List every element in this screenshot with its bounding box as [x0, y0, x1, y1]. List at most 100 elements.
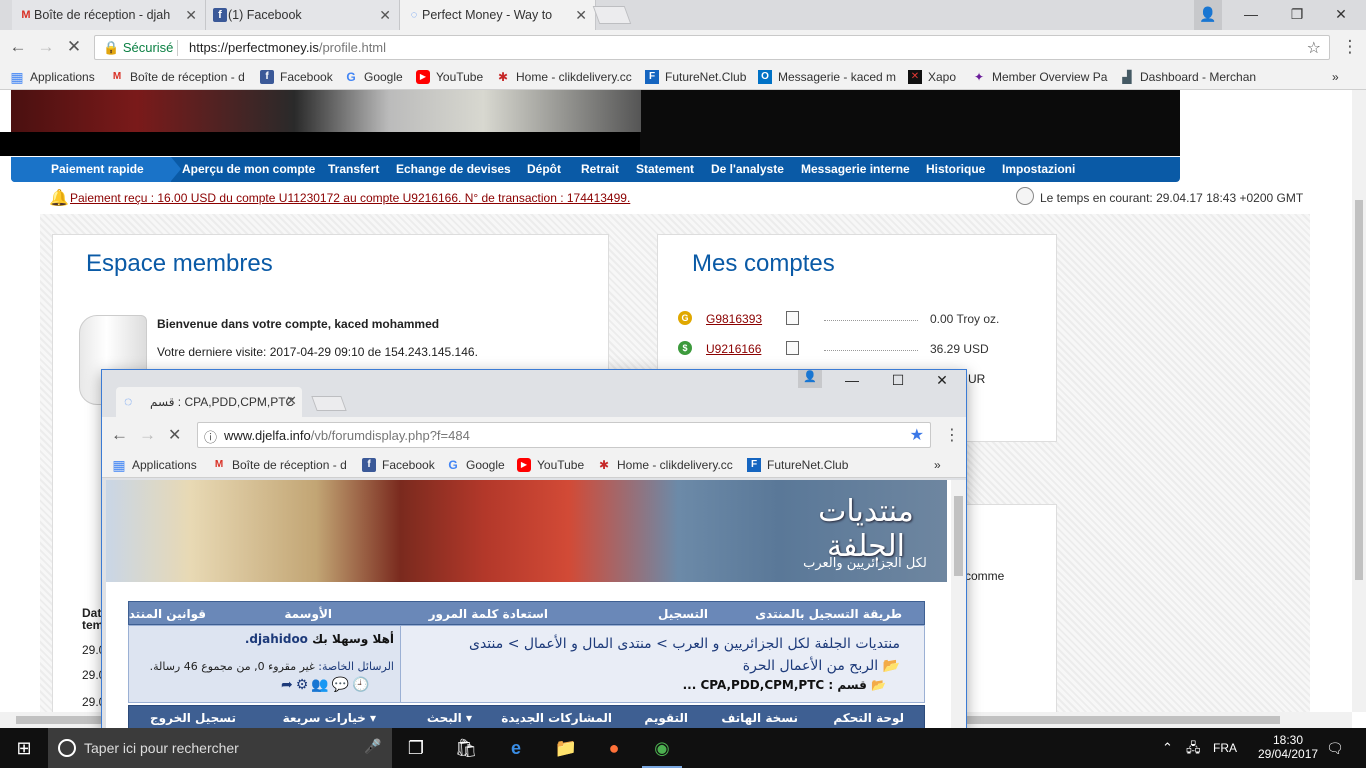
close-tab-icon[interactable]: ✕ [575, 7, 587, 24]
nav-depot[interactable]: Dépôt [527, 157, 561, 182]
language-indicator[interactable]: FRA [1213, 728, 1237, 768]
firefox-icon[interactable]: ● [590, 728, 638, 768]
close-tab-icon[interactable]: ✕ [379, 7, 391, 24]
forum-nav-new-posts[interactable]: المشاركات الجديدة [501, 711, 612, 725]
chat-icon[interactable]: 💬 [332, 676, 352, 692]
store-icon[interactable]: 🛍 [442, 728, 490, 768]
nav-historique[interactable]: Historique [926, 157, 985, 182]
nav-messagerie[interactable]: Messagerie interne [801, 157, 910, 182]
notifications-icon[interactable]: 🗨 [1326, 728, 1344, 768]
bookmark-dashboard[interactable]: ▟ Dashboard - Merchan [1120, 68, 1260, 86]
bookmark-outlook[interactable]: O Messagerie - kaced m [758, 68, 898, 86]
forum-nav-search[interactable]: البحث ▾ [427, 711, 472, 725]
settings-icon[interactable]: ⚙ [296, 676, 312, 692]
bookmark-youtube[interactable]: ▶ YouTube [517, 456, 589, 474]
chrome-icon[interactable]: ◉ [638, 728, 686, 768]
nav-echange[interactable]: Echange de devises [396, 157, 511, 182]
microphone-icon[interactable]: 🎤 [364, 738, 381, 755]
clock[interactable]: 18:30 29/04/2017 [1258, 728, 1318, 768]
bookmark-xapo[interactable]: ✕ Xapo [908, 68, 968, 86]
account-number-link[interactable]: U9216166 [706, 342, 761, 356]
forum-nav-mobile[interactable]: نسخة الهاتف [721, 711, 798, 725]
edge-icon[interactable]: e [492, 728, 540, 768]
profile-icon[interactable]: 👤 [1194, 0, 1222, 30]
forum-nav-medals[interactable]: الأوسمة [284, 607, 332, 621]
payment-notice-link[interactable]: Paiement reçu : 16.00 USD du compte U112… [70, 191, 630, 205]
close-tab-icon[interactable]: ✕ [185, 7, 197, 24]
username-link[interactable]: djahidoo. [245, 632, 308, 646]
tab-gmail[interactable]: M Boîte de réception - djah ✕ [12, 0, 206, 30]
windows-start-icon[interactable]: ⊞ [0, 728, 48, 768]
close-tab-icon[interactable]: ✕ [286, 393, 297, 409]
network-icon[interactable]: 🖧 [1186, 728, 1201, 768]
bookmark-gmail[interactable]: M Boîte de réception - d [110, 68, 250, 86]
tab-facebook[interactable]: f (1) Facebook ✕ [206, 0, 400, 30]
add-user-icon[interactable]: 👥 [311, 676, 331, 692]
stop-icon[interactable]: ✕ [168, 425, 181, 445]
popup-minimize-button[interactable]: — [832, 372, 872, 388]
address-bar[interactable]: 🔒 Sécurisé https://perfectmoney.is/profi… [94, 35, 1330, 60]
bookmark-youtube[interactable]: ▶ YouTube [416, 68, 488, 86]
bookmark-futurenet[interactable]: F FutureNet.Club [747, 456, 857, 474]
forum-nav-register[interactable]: التسجيل [658, 607, 708, 621]
task-view-icon[interactable]: ❐ [392, 728, 440, 768]
breadcrumb-current[interactable]: 📂 الربح من الأعمال الحرة [743, 658, 900, 674]
bookmark-clikdelivery[interactable]: ✱ Home - clikdelivery.cc [496, 68, 632, 86]
tab-perfect-money[interactable]: ◌ Perfect Money - Way to ✕ [400, 0, 596, 30]
bookmark-star-icon[interactable]: ☆ [1307, 38, 1321, 58]
history-icon[interactable]: 🕘 [352, 676, 372, 692]
stop-icon[interactable]: ✕ [64, 37, 84, 57]
minimize-button[interactable]: — [1228, 0, 1274, 30]
file-explorer-icon[interactable]: 📁 [542, 728, 590, 768]
menu-icon[interactable]: ⋮ [1340, 37, 1360, 57]
popup-address-bar[interactable]: ⓘ www.djelfa.info/vb/forumdisplay.php?f=… [197, 422, 931, 448]
popup-close-button[interactable]: ✕ [922, 372, 962, 389]
nav-paiement-rapide[interactable]: Paiement rapide [11, 157, 181, 182]
forum-nav-quick-options[interactable]: خيارات سريعة ▾ [283, 711, 376, 725]
bookmark-applications[interactable]: ▦ Applications [112, 456, 204, 474]
back-icon[interactable]: ← [8, 37, 28, 57]
logout-icon[interactable]: ➦ [281, 676, 296, 692]
account-number-link[interactable]: G9816393 [706, 312, 762, 326]
forum-nav-control-panel[interactable]: لوحة التحكم [833, 711, 904, 725]
more-bookmarks-icon[interactable]: » [1332, 68, 1346, 86]
nav-retrait[interactable]: Retrait [581, 157, 619, 182]
show-hidden-icons[interactable]: ⌃ [1162, 728, 1173, 768]
private-messages-link[interactable]: الرسائل الخاصة: [318, 660, 394, 673]
statement-icon[interactable] [786, 311, 799, 325]
bookmark-gmail[interactable]: M Boîte de réception - d [212, 456, 352, 474]
more-bookmarks-icon[interactable]: » [934, 456, 948, 474]
nav-statement[interactable]: Statement [636, 157, 694, 182]
popup-vertical-scrollbar[interactable] [951, 480, 966, 728]
bookmark-applications[interactable]: ▦ Applications [10, 68, 102, 86]
bookmark-member-overview[interactable]: ✦ Member Overview Pa [972, 68, 1108, 86]
popup-tab-djelfa[interactable]: ◌ قسم : CPA,PDD,CPM,PTC ✕ [116, 387, 302, 417]
bookmark-google[interactable]: G Google [344, 68, 410, 86]
taskbar-search[interactable]: Taper ici pour rechercher 🎤 [48, 728, 392, 768]
forum-nav-register-method[interactable]: طريقة التسجيل بالمنتدى [755, 607, 902, 621]
nav-analyste[interactable]: De l'analyste [711, 157, 784, 182]
bookmark-star-icon[interactable]: ★ [910, 425, 924, 445]
forward-icon[interactable]: → [139, 425, 156, 445]
bookmark-facebook[interactable]: f Facebook [260, 68, 340, 86]
popup-maximize-button[interactable]: ☐ [878, 372, 918, 389]
new-tab-button[interactable] [592, 6, 632, 24]
nav-transfert[interactable]: Transfert [328, 157, 379, 182]
nav-apercu[interactable]: Aperçu de mon compte [182, 157, 315, 182]
vertical-scrollbar[interactable] [1352, 90, 1366, 712]
nav-impostazioni[interactable]: Impostazioni [1002, 157, 1075, 182]
forum-nav-calendar[interactable]: التقويم [644, 711, 688, 725]
back-icon[interactable]: ← [111, 425, 128, 445]
bookmark-futurenet[interactable]: F FutureNet.Club [645, 68, 751, 86]
bookmark-clikdelivery[interactable]: ✱ Home - clikdelivery.cc [597, 456, 733, 474]
statement-icon[interactable] [786, 341, 799, 355]
bookmark-facebook[interactable]: f Facebook [362, 456, 442, 474]
bookmark-google[interactable]: G Google [446, 456, 512, 474]
forum-nav-password-recovery[interactable]: استعادة كلمة المرور [429, 607, 548, 621]
menu-icon[interactable]: ⋮ [944, 425, 960, 445]
forward-icon[interactable]: → [36, 37, 56, 57]
forum-nav-logout[interactable]: تسجيل الخروج [150, 711, 236, 725]
close-window-button[interactable]: ✕ [1318, 0, 1364, 30]
restore-button[interactable]: ❐ [1274, 0, 1320, 30]
popup-new-tab-button[interactable] [311, 396, 347, 411]
